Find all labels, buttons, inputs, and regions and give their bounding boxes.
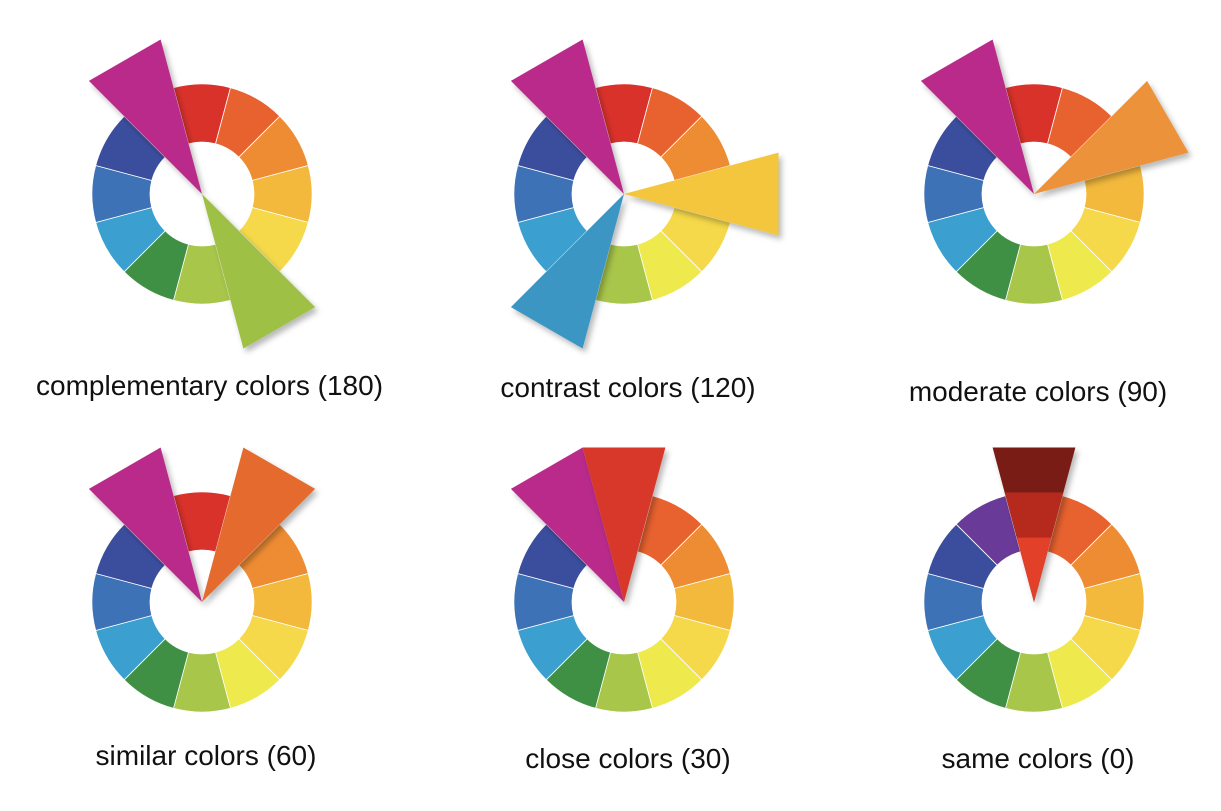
same-wheel <box>923 447 1145 713</box>
similar-wheel <box>88 447 316 713</box>
complementary-wheel <box>88 39 316 349</box>
same-panel: same colors (0) <box>868 428 1208 783</box>
close-panel: close colors (30) <box>458 428 798 783</box>
contrast-caption: contrast colors (120) <box>500 372 756 403</box>
close-caption: close colors (30) <box>525 743 731 774</box>
highlight-wedge-band <box>1016 537 1052 602</box>
color-harmony-figure: complementary colors (180) contrast colo… <box>0 0 1221 811</box>
similar-panel: similar colors (60) <box>36 428 376 780</box>
same-caption: same colors (0) <box>941 743 1135 774</box>
moderate-wheel <box>920 39 1189 305</box>
complementary-caption: complementary colors (180) <box>36 370 384 401</box>
close-wheel <box>510 447 735 713</box>
complementary-panel: complementary colors (180) <box>36 20 384 410</box>
contrast-panel: contrast colors (120) <box>458 20 798 412</box>
contrast-wheel <box>510 39 779 349</box>
moderate-panel: moderate colors (90) <box>868 20 1208 416</box>
moderate-caption: moderate colors (90) <box>908 376 1168 407</box>
similar-caption: similar colors (60) <box>95 740 317 771</box>
